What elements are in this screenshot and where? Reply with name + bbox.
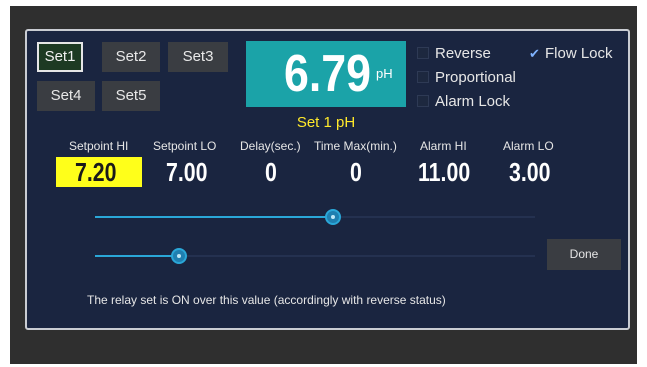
- reverse-label: Reverse: [435, 45, 491, 62]
- checkmark-icon: ✔: [529, 46, 540, 61]
- proportional-label: Proportional: [435, 69, 516, 86]
- set5-button[interactable]: Set5: [102, 81, 160, 111]
- set2-button[interactable]: Set2: [102, 42, 160, 72]
- ph-unit: pH: [376, 66, 393, 81]
- setpoint-hi-value: 7.20: [75, 157, 117, 187]
- ph-reading-display: 6.79 pH: [246, 41, 406, 107]
- flow-lock-checkbox[interactable]: ✔ Flow Lock: [529, 44, 613, 64]
- relay-info-note: The relay set is ON over this value (acc…: [87, 293, 446, 307]
- set1-button[interactable]: Set1: [37, 42, 83, 72]
- checkbox-unchecked-icon: [417, 95, 429, 108]
- lower-slider-fill: [95, 255, 179, 257]
- time-max-header: Time Max(min.): [314, 139, 397, 153]
- reverse-checkbox[interactable]: Reverse: [417, 44, 491, 64]
- set4-button[interactable]: Set4: [37, 81, 95, 111]
- set3-button[interactable]: Set3: [168, 42, 228, 72]
- alarm-lo-value[interactable]: 3.00: [509, 157, 550, 187]
- flow-lock-label: Flow Lock: [545, 45, 613, 62]
- upper-slider-thumb[interactable]: [325, 209, 341, 225]
- proportional-checkbox[interactable]: Proportional: [417, 68, 516, 88]
- active-set-label: Set 1 pH: [296, 114, 356, 131]
- alarm-hi-header: Alarm HI: [420, 139, 467, 153]
- ph-value: 6.79: [284, 45, 372, 103]
- alarm-hi-value[interactable]: 11.00: [418, 157, 470, 187]
- alarm-lock-label: Alarm Lock: [435, 93, 511, 110]
- checkbox-unchecked-icon: [417, 47, 429, 60]
- delay-value[interactable]: 0: [265, 157, 277, 187]
- alarm-lo-header: Alarm LO: [503, 139, 554, 153]
- done-button[interactable]: Done: [547, 239, 621, 270]
- setpoint-hi-value-selected[interactable]: 7.20: [56, 157, 142, 187]
- alarm-lock-checkbox[interactable]: Alarm Lock: [417, 92, 510, 112]
- setpoint-lo-value[interactable]: 7.00: [166, 157, 207, 187]
- setpoint-hi-header: Setpoint HI: [69, 139, 129, 153]
- setpoint-lo-header: Setpoint LO: [153, 139, 217, 153]
- upper-slider-fill: [95, 216, 333, 218]
- setpoint-dialog: Set1 Set2 Set3 Set4 Set5 6.79 pH Set 1 p…: [25, 29, 630, 330]
- checkbox-unchecked-icon: [417, 71, 429, 84]
- lower-slider-thumb[interactable]: [171, 248, 187, 264]
- time-max-value[interactable]: 0: [350, 157, 362, 187]
- delay-header: Delay(sec.): [240, 139, 301, 153]
